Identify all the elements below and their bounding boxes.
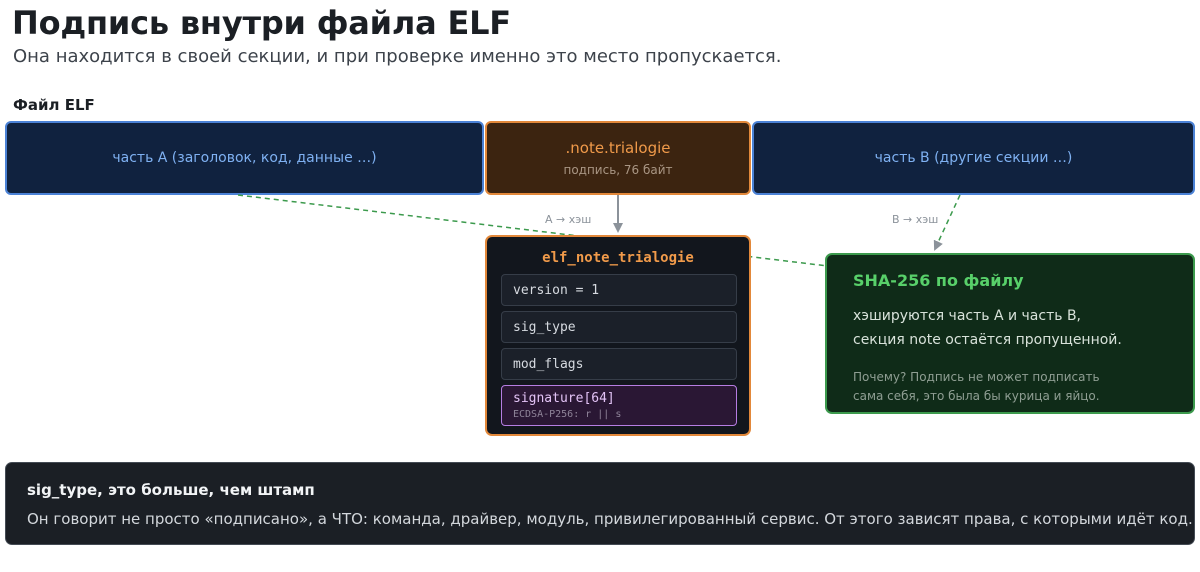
part-b-label: часть B (другие секции …): [874, 150, 1073, 166]
page-subtitle: Она находится в своей секции, и при пров…: [13, 46, 782, 67]
part-b-block: часть B (другие секции …): [752, 121, 1195, 195]
part-a-label: часть A (заголовок, код, данные …): [112, 150, 377, 166]
elf-note-struct: elf_note_trialogie version = 1 sig_type …: [485, 235, 751, 436]
signature-field-format: ECDSA-P256: r || s: [513, 409, 622, 420]
sha256-note-line-1: Почему? Подпись не может подписать: [853, 370, 1100, 384]
struct-field-version: version = 1: [501, 274, 737, 306]
elf-file-label: Файл ELF: [13, 96, 95, 114]
struct-field-signature: signature[64] ECDSA-P256: r || s: [501, 385, 737, 426]
a-hash-label: A → хэш: [545, 213, 592, 226]
callout-title: sig_type, это больше, чем штамп: [27, 481, 315, 499]
signature-field-name: signature[64]: [513, 391, 615, 406]
note-section-block: .note.trialogie подпись, 76 байт: [485, 121, 751, 195]
callout-body: Он говорит не просто «подписано», а ЧТО:…: [27, 510, 1193, 528]
sig-type-callout: sig_type, это больше, чем штамп Он говор…: [5, 462, 1195, 545]
sha256-title: SHA-256 по файлу: [853, 271, 1024, 290]
part-b-to-sha-connector: [933, 194, 961, 251]
page-title: Подпись внутри файла ELF: [12, 4, 511, 42]
sha256-note: Почему? Подпись не может подписать сама …: [853, 368, 1193, 406]
note-section-name: .note.trialogie: [565, 139, 671, 157]
sha256-box: SHA-256 по файлу хэшируются часть A и ча…: [825, 253, 1195, 414]
struct-title: elf_note_trialogie: [542, 250, 694, 266]
sha256-description: хэшируются часть A и часть B, секция not…: [853, 304, 1193, 352]
note-section-size: подпись, 76 байт: [563, 163, 673, 177]
struct-field-mod-flags: mod_flags: [501, 348, 737, 380]
sha256-line-1: хэшируются часть A и часть B,: [853, 308, 1081, 324]
part-a-block: часть A (заголовок, код, данные …): [5, 121, 484, 195]
sha256-line-2: секция note остаётся пропущенной.: [853, 332, 1122, 348]
diagram-page: Подпись внутри файла ELF Она находится в…: [0, 0, 1200, 572]
struct-field-sig-type: sig_type: [501, 311, 737, 343]
sha256-note-line-2: сама себя, это была бы курица и яйцо.: [853, 389, 1100, 403]
b-hash-label: B → хэш: [892, 213, 939, 226]
